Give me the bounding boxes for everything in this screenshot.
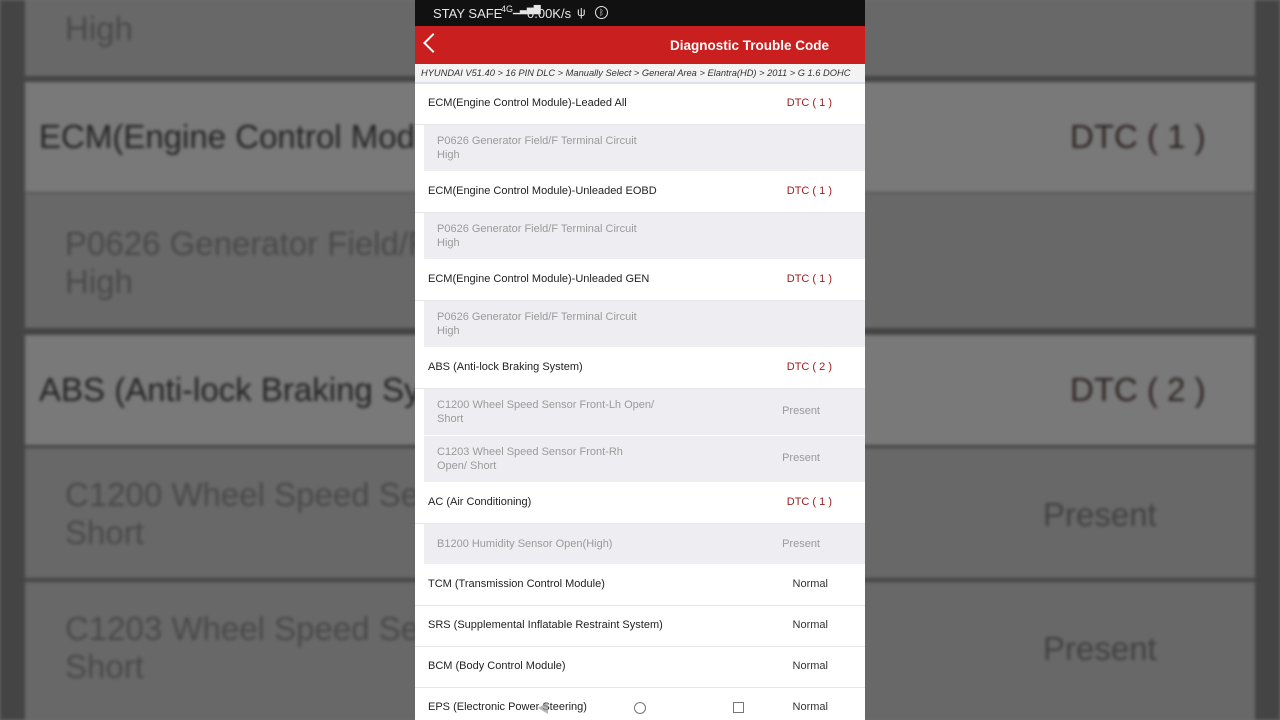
chevron-left-icon[interactable] xyxy=(423,33,443,53)
system-name: BCM (Body Control Module) xyxy=(428,660,566,672)
system-name: ECM(Engine Control Module)-Unleaded GEN xyxy=(428,273,650,285)
nav-recents-icon[interactable] xyxy=(733,702,744,713)
system-row[interactable]: ECM(Engine Control Module)-Leaded All DTC… xyxy=(415,84,865,125)
system-name: SRS (Supplemental Inflatable Restraint S… xyxy=(428,619,663,631)
breadcrumb: HYUNDAI V51.40 > 16 PIN DLC > Manually S… xyxy=(415,64,865,84)
dtc-description: P0626 Generator Field/F Terminal Circuit… xyxy=(437,223,637,249)
system-group: BCM (Body Control Module) Normal xyxy=(415,647,865,688)
dtc-row[interactable]: C1203 Wheel Speed Sensor Front-Rh Open/ … xyxy=(424,436,865,483)
system-group: ECM(Engine Control Module)-Unleaded EOBD… xyxy=(415,172,865,260)
dtc-state: Present xyxy=(782,405,820,417)
system-group: SRS (Supplemental Inflatable Restraint S… xyxy=(415,606,865,647)
system-name: ECM(Engine Control Module)-Unleaded EOBD xyxy=(428,185,657,197)
system-status: DTC ( 1 ) xyxy=(786,97,832,109)
dtc-row[interactable]: P0626 Generator Field/F Terminal Circuit… xyxy=(424,213,865,260)
system-row[interactable]: TCM (Transmission Control Module) Normal xyxy=(415,565,865,606)
dtc-list: ECM(Engine Control Module)-Leaded All DTC… xyxy=(415,84,865,720)
nav-home-icon[interactable] xyxy=(634,702,646,714)
system-nav-bar xyxy=(415,700,865,720)
dtc-row[interactable]: B1200 Humidity Sensor Open(High) Present xyxy=(424,524,865,565)
system-name: ECM(Engine Control Module)-Leaded All xyxy=(428,97,627,109)
dtc-description: P0626 Generator Field/F Terminal Circuit… xyxy=(437,311,637,337)
app-bar: Diagnostic Trouble Code xyxy=(415,26,865,64)
system-row[interactable]: SRS (Supplemental Inflatable Restraint S… xyxy=(415,606,865,647)
usb-icon: ψ xyxy=(577,5,586,19)
system-row[interactable]: BCM (Body Control Module) Normal xyxy=(415,647,865,688)
system-status: DTC ( 1 ) xyxy=(786,273,832,285)
system-row[interactable]: AC (Air Conditioning) DTC ( 1 ) xyxy=(415,483,865,524)
nav-back-icon[interactable] xyxy=(538,702,548,714)
dtc-state: Present xyxy=(782,452,820,464)
phone-screen: STAY SAFE 4G▁▃▅▇ 0.00K/s ψ ᛒ Diagnostic … xyxy=(415,0,865,720)
carrier-label: STAY SAFE xyxy=(433,6,503,21)
system-status: DTC ( 1 ) xyxy=(786,496,832,508)
system-group: ECM(Engine Control Module)-Unleaded GEN D… xyxy=(415,260,865,348)
system-row[interactable]: ECM(Engine Control Module)-Unleaded GEN D… xyxy=(415,260,865,301)
system-status: Normal xyxy=(792,619,828,631)
system-group: ABS (Anti-lock Braking System) DTC ( 2 ) C… xyxy=(415,348,865,483)
system-status: DTC ( 1 ) xyxy=(786,185,832,197)
status-bar: STAY SAFE 4G▁▃▅▇ 0.00K/s ψ ᛒ xyxy=(415,0,865,26)
system-row[interactable]: ABS (Anti-lock Braking System) DTC ( 2 ) xyxy=(415,348,865,389)
system-group: AC (Air Conditioning) DTC ( 1 ) B1200 Humi… xyxy=(415,483,865,565)
system-status: DTC ( 2 ) xyxy=(786,361,832,373)
system-group: ECM(Engine Control Module)-Leaded All DTC… xyxy=(415,84,865,172)
signal-label: 4G xyxy=(501,4,514,14)
dtc-state: Present xyxy=(782,538,820,550)
dtc-row[interactable]: P0626 Generator Field/F Terminal Circuit… xyxy=(424,125,865,172)
system-row[interactable]: ECM(Engine Control Module)-Unleaded EOBD… xyxy=(415,172,865,213)
dtc-description: P0626 Generator Field/F Terminal Circuit… xyxy=(437,135,637,161)
network-speed: 0.00K/s xyxy=(527,6,572,21)
system-status: Normal xyxy=(792,660,828,672)
system-status: Normal xyxy=(792,578,828,590)
system-name: TCM (Transmission Control Module) xyxy=(428,578,605,590)
dtc-row[interactable]: P0626 Generator Field/F Terminal Circuit… xyxy=(424,301,865,348)
dtc-row[interactable]: C1200 Wheel Speed Sensor Front-Lh Open/ … xyxy=(424,389,865,436)
system-name: AC (Air Conditioning) xyxy=(428,496,532,508)
page-title: Diagnostic Trouble Code xyxy=(669,38,829,53)
system-name: ABS (Anti-lock Braking System) xyxy=(428,361,583,373)
system-group: TCM (Transmission Control Module) Normal xyxy=(415,565,865,606)
bluetooth-icon: ᛒ xyxy=(595,6,608,19)
